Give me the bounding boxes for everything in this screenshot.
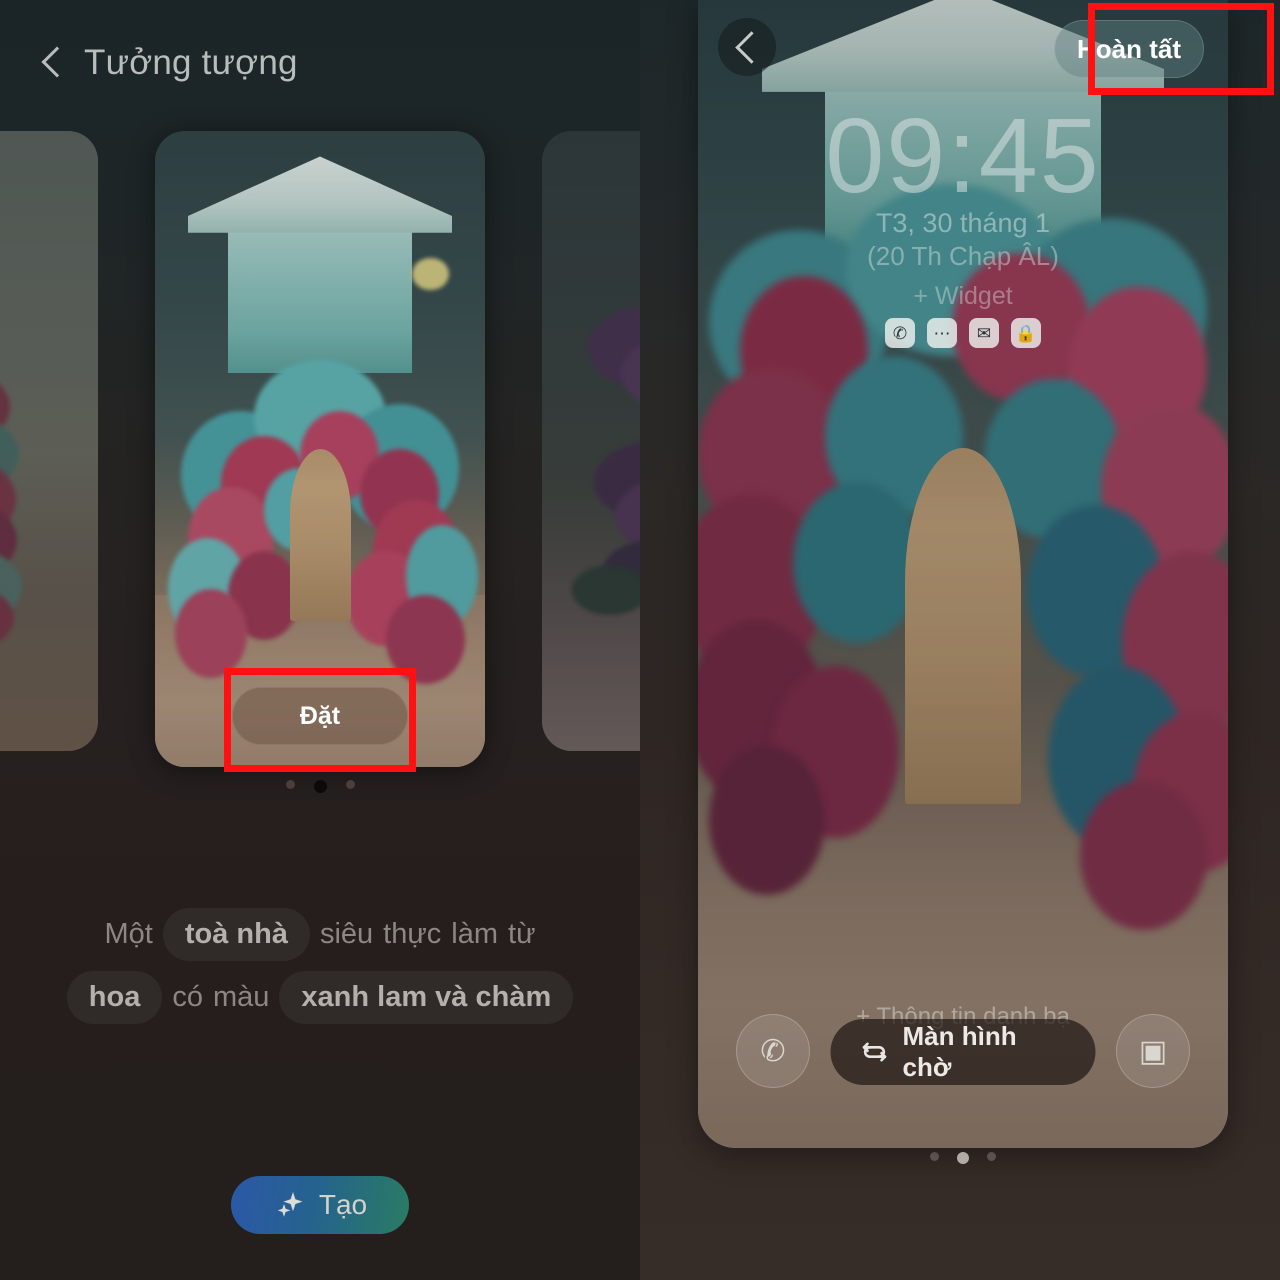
page-dot[interactable] [285,780,295,789]
carousel-card-previous[interactable] [0,131,98,751]
lock-screen-page-dots[interactable] [698,1152,1228,1164]
page-dot-active[interactable] [957,1152,969,1164]
phone-shortcut-icon[interactable]: ✆ [736,1014,810,1088]
chevron-left-icon[interactable] [40,43,66,83]
done-button[interactable]: Hoàn tất [1054,20,1204,78]
prompt-token: thực [383,918,442,950]
wallpaper-art-next [542,131,640,751]
create-button[interactable]: Tạo [231,1176,409,1234]
prompt-token: từ [508,918,536,950]
sparkle-icon [273,1189,307,1221]
wallpaper-art-previous [0,131,98,751]
back-button[interactable] [718,18,776,76]
prompt-token: có [172,981,203,1013]
camera-shortcut-icon[interactable]: ▣ [1116,1014,1190,1088]
lock-screen-clock: 09:45 [825,97,1101,215]
refresh-icon [861,1038,889,1066]
page-dot[interactable] [930,1152,939,1161]
carousel-page-dots[interactable] [0,780,640,793]
lock-screen-date: T3, 30 tháng 1 [875,208,1051,238]
prompt-chip-color[interactable]: xanh lam và chàm [279,971,574,1024]
lock-app-icon[interactable]: 🔒 [1011,318,1041,348]
prompt-token: màu [212,981,270,1013]
lock-screen-lunar-date: (20 Th Chạp ÂL) [867,241,1059,271]
carousel-card-active[interactable]: Đặt [155,131,485,767]
lock-screen-preview-screen: 09:45 T3, 30 tháng 1 (20 Th Chạp ÂL) + W… [640,0,1280,1280]
screenshot-root: Tưởng tượng Đặt Một toà nhà siêu thực là… [0,0,1280,1280]
add-widget-button[interactable]: + Widget [698,282,1228,311]
prompt-row-1: Một toà nhà siêu thực làm từ [105,908,536,961]
page-dot[interactable] [987,1152,996,1161]
page-title: Tưởng tượng [84,42,298,82]
notification-icons-row: ✆ ⋯ ✉ 🔒 [698,318,1228,348]
page-dot-active[interactable] [313,780,327,793]
standby-mode-button[interactable]: Màn hình chờ [830,1019,1096,1085]
mail-icon[interactable]: ✉ [969,318,999,348]
prompt-chip-material[interactable]: hoa [66,971,163,1024]
prompt-token: siêu [319,918,374,950]
app-header: Tưởng tượng [0,0,640,125]
page-dot[interactable] [345,780,355,789]
wallpaper-art-active [155,131,485,767]
carousel-card-next[interactable] [542,131,640,751]
prompt-token: làm [451,918,499,950]
prompt-row-2: hoa có màu xanh lam và chàm [66,971,574,1024]
wallpaper-carousel[interactable]: Đặt [0,131,640,767]
prompt-token: Một [104,918,153,950]
create-button-label: Tạo [318,1189,368,1220]
standby-mode-label: Màn hình chờ [902,1021,1017,1082]
phone-icon[interactable]: ✆ [885,318,915,348]
messages-icon[interactable]: ⋯ [927,318,957,348]
set-wallpaper-button[interactable]: Đặt [232,687,408,745]
prompt-chip-subject[interactable]: toà nhà [162,908,310,961]
lock-screen-preview[interactable]: 09:45 T3, 30 tháng 1 (20 Th Chạp ÂL) + W… [698,0,1228,1148]
imagine-generator-screen: Tưởng tượng Đặt Một toà nhà siêu thực là… [0,0,640,1280]
prompt-editor[interactable]: Một toà nhà siêu thực làm từ hoa có màu … [0,908,640,1024]
